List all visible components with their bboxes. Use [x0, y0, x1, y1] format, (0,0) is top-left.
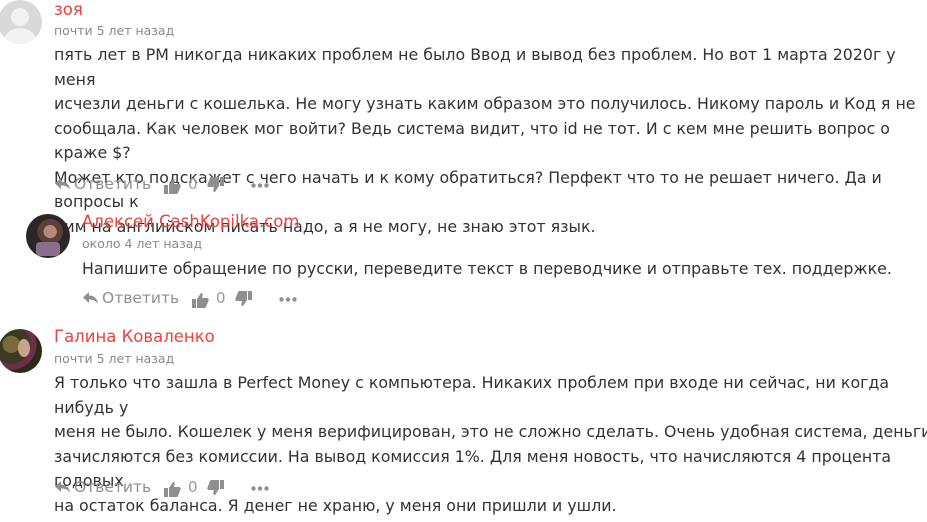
thumbs-down-icon[interactable]	[235, 291, 252, 307]
avatar[interactable]	[0, 0, 42, 44]
comment-author[interactable]: зоя	[54, 0, 83, 19]
reply-label: Ответить	[74, 478, 152, 496]
avatar[interactable]	[0, 329, 42, 373]
comment-line: меня не было. Кошелек у меня верифициров…	[54, 422, 927, 441]
comment-author[interactable]: Алексей CashKopilka.com	[82, 212, 299, 231]
comment-actions: Ответить 0	[54, 175, 294, 197]
comment-line: исчезли деньги с кошелька. Не могу узнат…	[54, 94, 916, 113]
comment-2: Алексей CashKopilka.com около 4 лет наза…	[0, 205, 927, 320]
reply-button[interactable]: Ответить	[82, 289, 179, 307]
comment-line: Напишите обращение по русски, переведите…	[82, 259, 892, 278]
reply-icon	[83, 292, 98, 304]
comment-author[interactable]: Галина Коваленко	[54, 327, 215, 346]
reply-button[interactable]: Ответить	[54, 478, 151, 496]
reply-icon	[55, 178, 70, 190]
comment-actions: Ответить 0	[82, 289, 322, 311]
reply-label: Ответить	[102, 289, 180, 307]
comment-3: Галина Коваленко почти 5 лет назад Я тол…	[0, 320, 927, 522]
thumbs-down-icon[interactable]	[207, 177, 224, 193]
more-icon[interactable]	[251, 183, 269, 188]
reply-label: Ответить	[74, 175, 152, 193]
comment-1: зоя почти 5 лет назад пять лет в PM нико…	[0, 0, 927, 236]
reply-icon	[55, 481, 70, 493]
reply-button[interactable]: Ответить	[54, 175, 151, 193]
comment-line: Я только что зашла в Perfect Money с ком…	[54, 373, 890, 417]
more-icon[interactable]	[279, 297, 297, 302]
thumbs-down-icon[interactable]	[207, 480, 224, 496]
more-icon[interactable]	[251, 486, 269, 491]
thumbs-up-icon[interactable]	[192, 292, 209, 308]
thumbs-up-icon[interactable]	[164, 178, 181, 194]
like-count: 0	[188, 175, 198, 193]
comment-date[interactable]: почти 5 лет назад	[54, 23, 174, 38]
comment-line: сообщала. Как человек мог войти? Ведь си…	[54, 118, 890, 163]
comment-line: пять лет в PM никогда никаких проблем не…	[54, 45, 896, 89]
thumbs-up-icon[interactable]	[164, 481, 181, 497]
like-count: 0	[188, 478, 198, 496]
comment-date[interactable]: около 4 лет назад	[82, 236, 202, 251]
avatar[interactable]	[26, 214, 70, 258]
comment-text: Напишите обращение по русски, переведите…	[82, 257, 922, 282]
comment-date[interactable]: почти 5 лет назад	[54, 351, 174, 366]
comment-actions: Ответить 0	[54, 478, 294, 500]
like-count: 0	[216, 289, 226, 307]
